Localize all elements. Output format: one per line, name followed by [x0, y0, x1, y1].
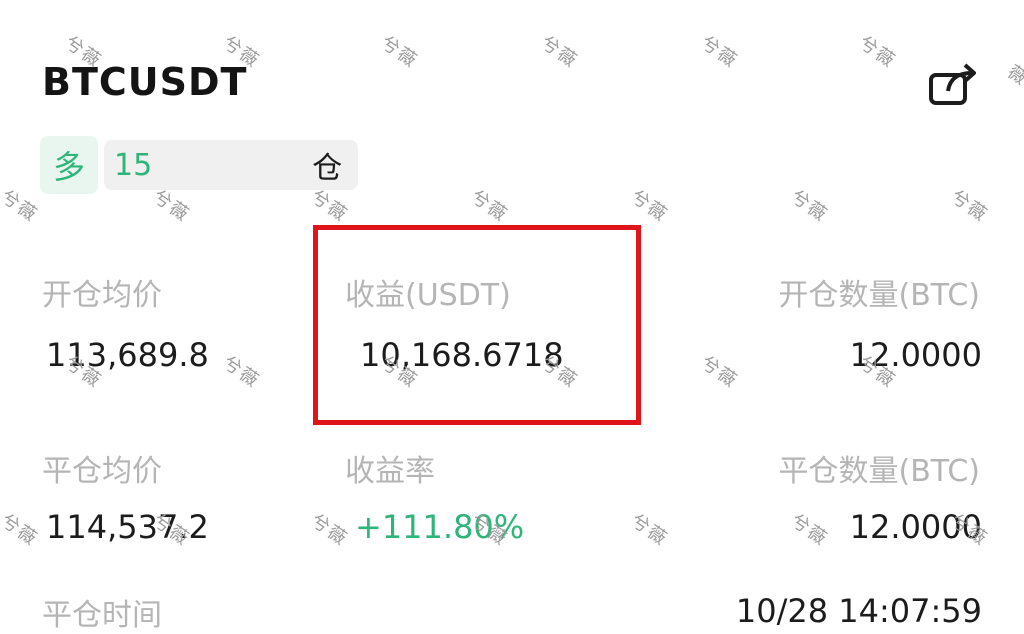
close-qty-label: 平仓数量(BTC) — [778, 454, 980, 489]
position-tags: 多 15 仓 — [40, 136, 359, 194]
watermark: 兮薇 — [306, 510, 352, 551]
watermark: 兮薇 — [0, 186, 42, 227]
share-icon — [928, 61, 980, 113]
watermark: 兮薇 — [466, 186, 512, 227]
close-qty-value: 12.0000 — [849, 508, 982, 546]
watermark: 兮薇 — [0, 510, 42, 551]
watermark: 兮薇 — [696, 32, 742, 73]
side-badge: 多 — [40, 136, 98, 194]
roe-value: +111.80% — [355, 508, 525, 546]
symbol-title: BTCUSDT — [42, 60, 248, 104]
watermark: 兮薇 — [696, 352, 742, 393]
close-price-label: 平仓均价 — [42, 454, 162, 489]
watermark: 兮薇 — [854, 32, 900, 73]
watermark: 兮薇 — [626, 186, 672, 227]
watermark: 兮薇 — [218, 352, 264, 393]
watermark: 兮薇 — [376, 32, 422, 73]
watermark: 兮薇 — [946, 186, 992, 227]
watermark: 兮薇 — [786, 186, 832, 227]
open-qty-value: 12.0000 — [849, 336, 982, 374]
close-price-value: 114,537.2 — [46, 508, 209, 546]
watermark: 兮薇 — [1003, 40, 1024, 91]
roe-label: 收益率 — [345, 454, 435, 489]
leverage-value: 15 — [114, 147, 153, 183]
leverage-tag: 15 仓 — [104, 140, 359, 190]
entry-price-value: 113,689.8 — [46, 336, 209, 374]
highlight-box — [313, 225, 641, 425]
watermark: 兮薇 — [536, 32, 582, 73]
watermark: 兮薇 — [786, 510, 832, 551]
share-button[interactable] — [918, 56, 990, 118]
watermark: 兮薇 — [626, 510, 672, 551]
close-time-value: 10/28 14:07:59 — [735, 592, 982, 630]
margin-mode: 仓 — [312, 151, 343, 186]
close-time-label: 平仓时间 — [42, 598, 162, 633]
open-qty-label: 开仓数量(BTC) — [778, 278, 980, 313]
entry-price-label: 开仓均价 — [42, 278, 162, 313]
